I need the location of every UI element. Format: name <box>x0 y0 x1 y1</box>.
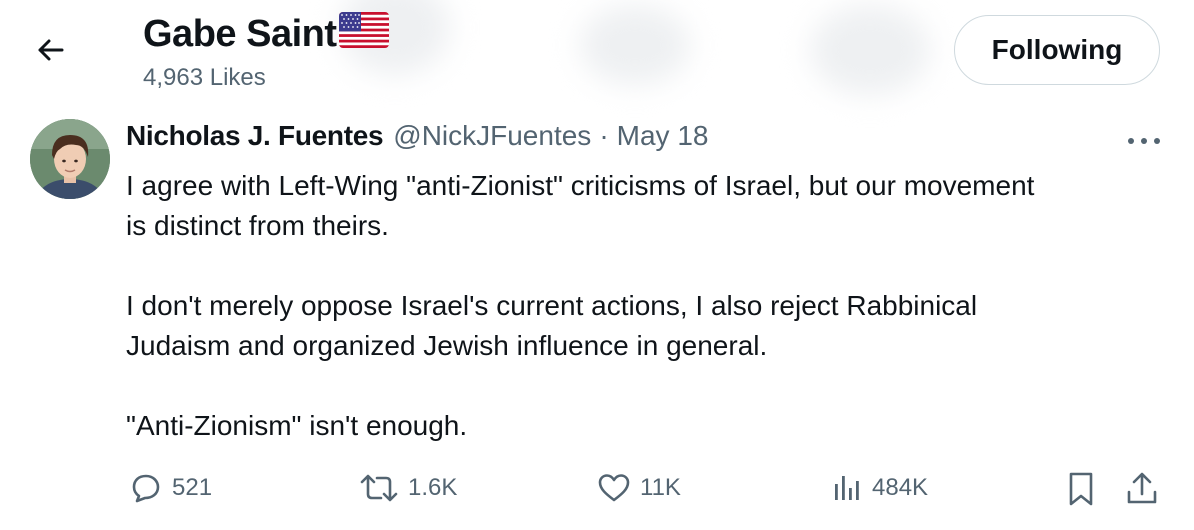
profile-display-name: Gabe Saint <box>143 12 337 55</box>
separator-dot: · <box>599 120 609 151</box>
bookmark-button[interactable] <box>1064 470 1098 508</box>
tweet-text-line: Judaism and organized Jewish influence i… <box>126 330 768 361</box>
tweet-text-line: I don't merely oppose Israel's current a… <box>126 290 978 321</box>
repost-count: 1.6K <box>408 474 458 501</box>
profile-likes-page: Gabe Saint 4,963 Likes Following Nichola… <box>0 0 1194 530</box>
views-chart-icon <box>835 476 859 500</box>
author-handle[interactable]: @NickJFuentes <box>393 120 591 152</box>
author-avatar[interactable] <box>30 119 110 199</box>
like-button[interactable]: 11K <box>596 470 681 506</box>
share-button[interactable] <box>1124 470 1160 508</box>
tweet-text-line: "Anti-Zionism" isn't enough. <box>126 410 468 441</box>
blurred-background-shape <box>580 5 690 85</box>
heart-icon <box>598 474 630 502</box>
views-button[interactable]: 484K <box>830 470 928 506</box>
more-dot-icon <box>1128 138 1134 144</box>
author-name[interactable]: Nicholas J. Fuentes <box>126 120 384 152</box>
tweet-text-line: I agree with Left-Wing "anti-Zionist" cr… <box>126 170 1035 201</box>
back-arrow-icon <box>38 39 64 61</box>
more-dot-icon <box>1141 138 1147 144</box>
blurred-background-shape <box>810 5 930 95</box>
tweet-text-line: is distinct from theirs. <box>126 210 389 241</box>
share-icon <box>1127 472 1157 504</box>
repost-button[interactable]: 1.6K <box>358 470 457 506</box>
more-dot-icon <box>1154 138 1160 144</box>
back-button[interactable] <box>28 28 72 72</box>
tweet-text: I agree with Left-Wing "anti-Zionist" cr… <box>126 166 1166 446</box>
like-count: 11K <box>640 474 681 501</box>
more-options-button[interactable] <box>1124 126 1164 156</box>
repost-icon <box>360 474 398 502</box>
following-button[interactable]: Following <box>954 15 1160 85</box>
profile-display-name-row: Gabe Saint <box>143 10 389 58</box>
bookmark-icon <box>1069 472 1093 506</box>
tweet-date[interactable]: May 18 <box>617 120 709 152</box>
view-count: 484K <box>872 474 929 501</box>
tweet-header: Nicholas J. Fuentes @NickJFuentes · May … <box>126 120 708 152</box>
reply-button[interactable]: 521 <box>128 470 212 506</box>
reply-count: 521 <box>172 474 213 501</box>
reply-icon <box>132 474 160 503</box>
profile-likes-count: 4,963 Likes <box>143 64 266 91</box>
us-flag-icon <box>338 12 389 58</box>
